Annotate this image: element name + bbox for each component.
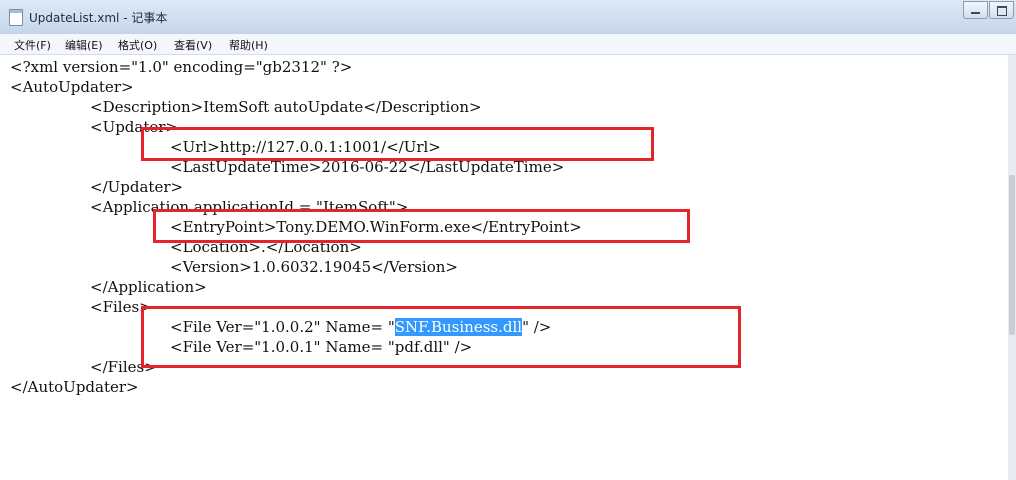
code-line: <Location>.</Location> [170, 238, 362, 256]
code-line: <Url>http://127.0.0.1:1001/</Url> [170, 138, 441, 156]
code-text: " /> [522, 318, 552, 336]
window-controls [963, 0, 1016, 20]
code-line: </Application> [90, 278, 207, 296]
menu-format[interactable]: 格式(O) [118, 37, 157, 53]
notepad-icon [9, 9, 23, 26]
code-line: <Application applicationId = "ItemSoft"> [90, 198, 409, 216]
title-bar[interactable]: UpdateList.xml - 记事本 [0, 0, 1016, 34]
menu-edit[interactable]: 编辑(E) [65, 37, 103, 53]
maximize-icon [997, 6, 1007, 16]
text-selection: SNF.Business.dll [394, 318, 523, 336]
menu-view[interactable]: 查看(V) [174, 37, 212, 53]
maximize-button[interactable] [989, 1, 1014, 19]
scrollbar-thumb[interactable] [1009, 175, 1015, 335]
code-line: </Files> [90, 358, 157, 376]
minimize-icon [971, 12, 980, 14]
vertical-scrollbar[interactable] [1008, 55, 1016, 480]
code-line: <EntryPoint>Tony.DEMO.WinForm.exe</Entry… [170, 218, 582, 236]
code-line: <Updater> [90, 118, 179, 136]
menu-help[interactable]: 帮助(H) [229, 37, 268, 53]
code-line: <AutoUpdater> [10, 78, 134, 96]
code-line: </Updater> [90, 178, 184, 196]
code-line: <Description>ItemSoft autoUpdate</Descri… [90, 98, 482, 116]
code-line: <Files> [90, 298, 152, 316]
code-line: <File Ver="1.0.0.1" Name= "pdf.dll" /> [170, 338, 473, 356]
code-line: </AutoUpdater> [10, 378, 139, 396]
code-line: <LastUpdateTime>2016-06-22</LastUpdateTi… [170, 158, 565, 176]
code-line-selected: <File Ver="1.0.0.2" Name= "SNF.Business.… [170, 317, 551, 337]
menu-file[interactable]: 文件(F) [14, 37, 51, 53]
window-title: UpdateList.xml - 记事本 [29, 11, 168, 25]
code-text: <File Ver="1.0.0.2" Name= " [170, 318, 395, 336]
code-line: <?xml version="1.0" encoding="gb2312" ?> [10, 58, 353, 76]
code-line: <Version>1.0.6032.19045</Version> [170, 258, 458, 276]
menu-bar: 文件(F) 编辑(E) 格式(O) 查看(V) 帮助(H) [0, 34, 1016, 55]
minimize-button[interactable] [963, 1, 988, 19]
